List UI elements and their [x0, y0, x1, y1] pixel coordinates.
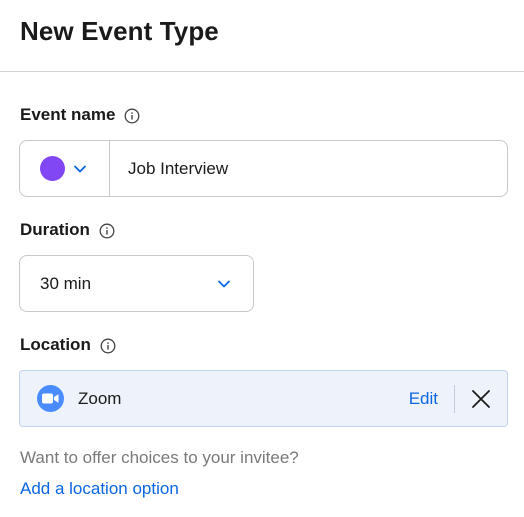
location-item: Zoom Edit [19, 370, 508, 427]
event-color-swatch [40, 156, 65, 181]
edit-location-link[interactable]: Edit [409, 389, 438, 409]
info-icon[interactable] [124, 108, 140, 124]
event-name-label-row: Event name [20, 105, 140, 125]
event-name-input[interactable] [110, 141, 507, 196]
duration-label: Duration [20, 220, 90, 239]
close-icon [471, 389, 491, 409]
duration-label-row: Duration [20, 220, 115, 240]
zoom-camera-icon [37, 385, 64, 412]
location-name: Zoom [78, 388, 122, 408]
duration-select[interactable]: 30 min [19, 255, 254, 312]
chevron-down-icon [73, 164, 87, 174]
info-icon[interactable] [99, 223, 115, 239]
add-location-option-link[interactable]: Add a location option [20, 479, 179, 499]
location-hint-text: Want to offer choices to your invitee? [20, 448, 299, 467]
event-name-field [19, 140, 508, 197]
chevron-down-icon [217, 279, 231, 289]
duration-value: 30 min [40, 273, 92, 293]
event-color-picker[interactable] [20, 141, 110, 196]
page-title: New Event Type [20, 15, 219, 46]
location-label: Location [20, 335, 91, 354]
page-header: New Event Type [0, 0, 524, 72]
event-name-label: Event name [20, 105, 116, 124]
remove-location-button[interactable] [455, 371, 507, 426]
location-label-row: Location [20, 335, 116, 355]
info-icon[interactable] [100, 338, 116, 354]
